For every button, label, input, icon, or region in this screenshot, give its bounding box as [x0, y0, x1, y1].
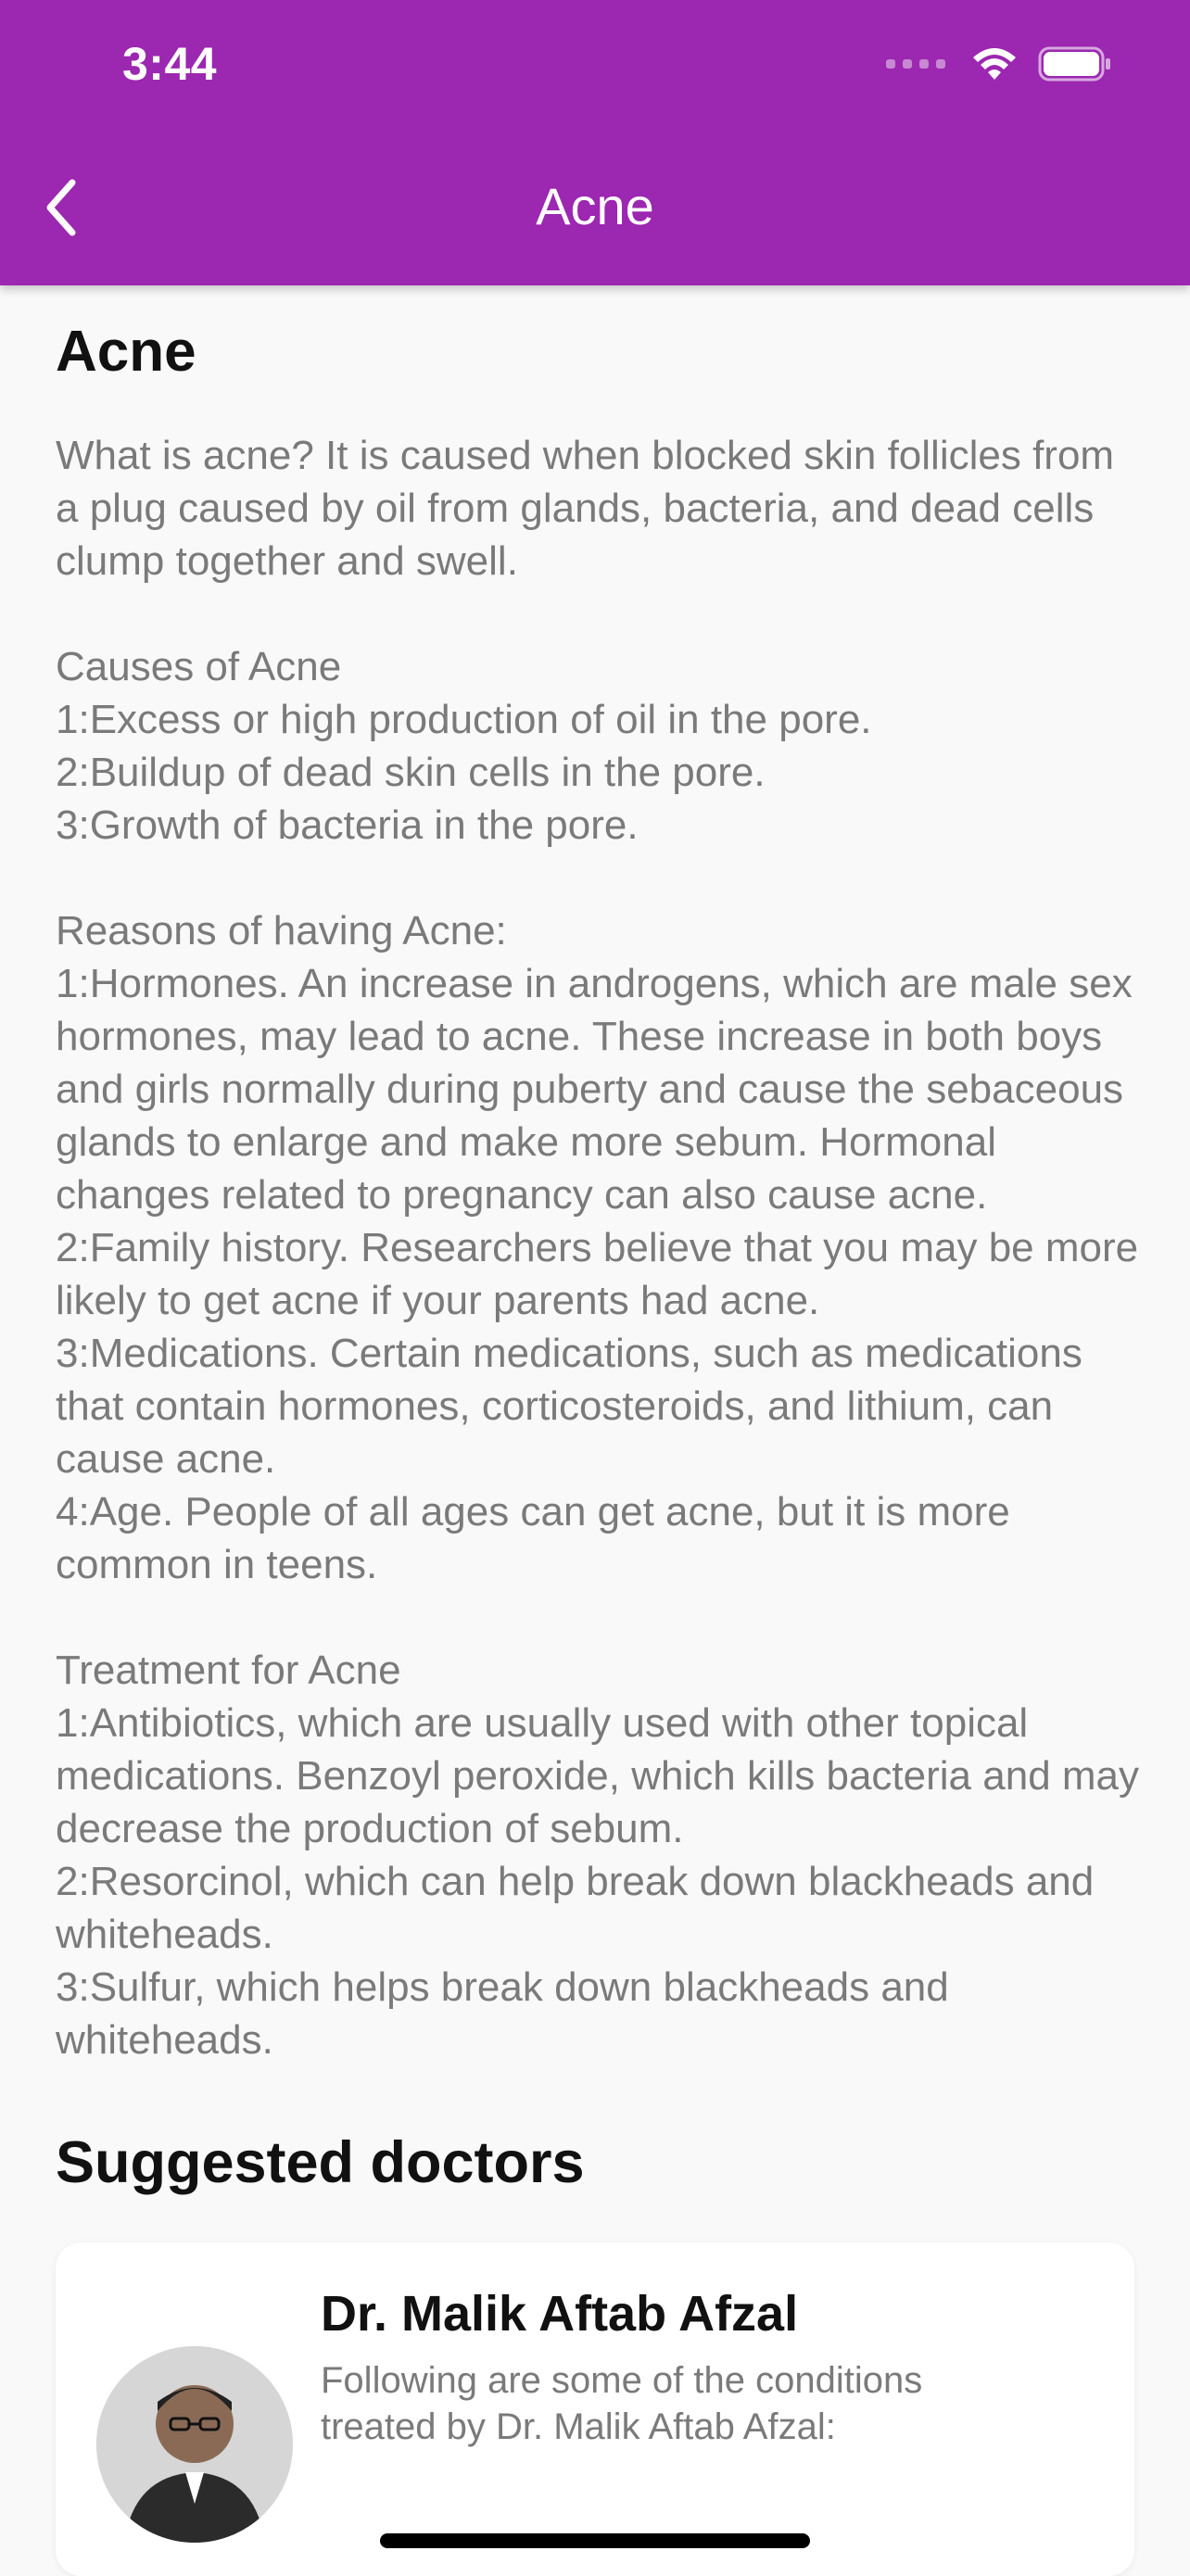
wifi-icon — [973, 48, 1016, 80]
doctor-name: Dr. Malik Aftab Afzal — [321, 2286, 799, 2342]
doctor-description: Following are some of the conditions tre… — [321, 2360, 923, 2447]
avatar — [96, 2346, 293, 2543]
doctor-card[interactable]: Dr. Malik Aftab Afzal Following are some… — [56, 2242, 1134, 2576]
article-body: What is acne? It is caused when blocked … — [56, 433, 1140, 2063]
nav-title: Acne — [536, 177, 654, 235]
status-icons — [886, 46, 1112, 82]
app-header: 3:44 Acne — [0, 0, 1190, 285]
battery-icon — [1038, 46, 1110, 82]
status-time: 3:44 — [122, 38, 218, 90]
suggested-doctors-title: Suggested doctors — [56, 2130, 585, 2195]
cellular-signal-icon — [886, 59, 945, 69]
article-content: Acne What is acne? It is caused when blo… — [56, 285, 1140, 2576]
doctor-photo — [96, 2346, 293, 2543]
home-indicator[interactable] — [380, 2533, 810, 2548]
article-title: Acne — [56, 320, 196, 384]
